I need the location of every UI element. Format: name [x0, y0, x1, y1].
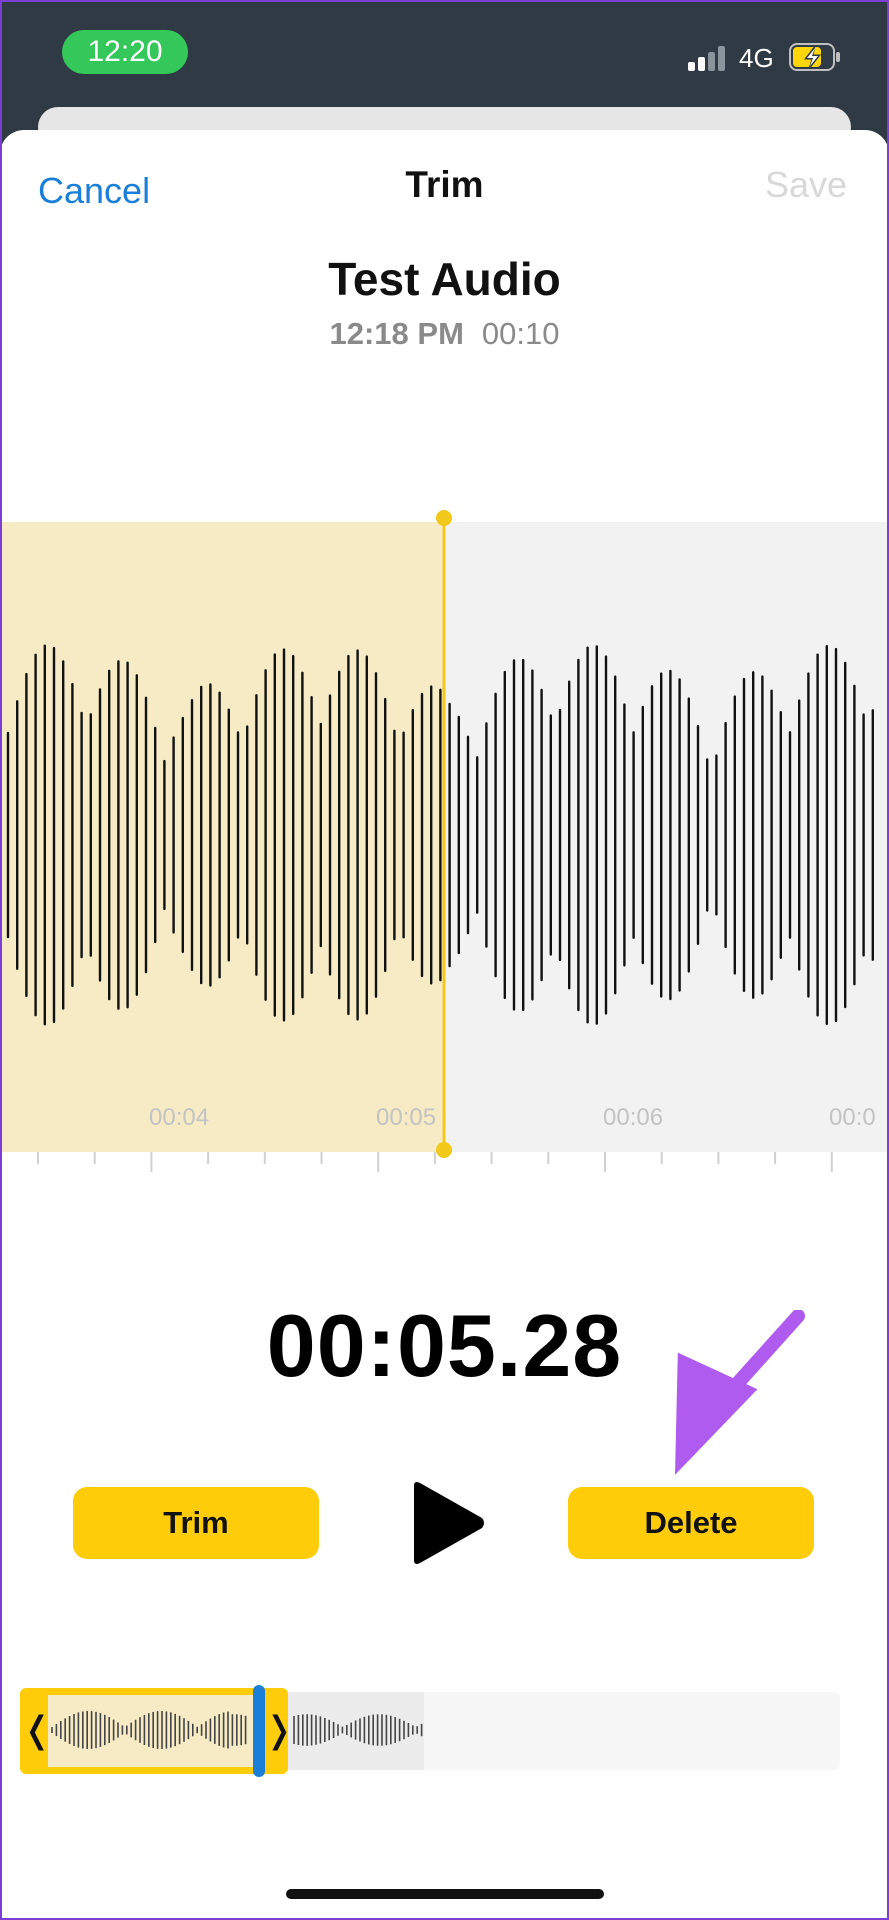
trim-handle-left[interactable]: ❬ — [22, 1710, 52, 1751]
status-time[interactable]: 12:20 — [62, 30, 188, 74]
recording-title: Test Audio — [328, 253, 561, 305]
pointer-arrow-icon — [675, 1310, 805, 1475]
nav-title: Trim — [405, 164, 484, 205]
network-type: 4G — [739, 43, 774, 73]
recording-duration: 00:10 — [481, 316, 560, 351]
recording-date: 12:18 PM — [329, 316, 464, 351]
cellular-signal-icon — [688, 45, 728, 71]
trim-button[interactable]: Trim — [73, 1487, 319, 1559]
waveform-editor[interactable]: 00:04 00:05 00:06 00:0 — [0, 500, 889, 1180]
save-button[interactable]: Save — [765, 164, 847, 206]
delete-button[interactable]: Delete — [568, 1487, 814, 1559]
time-label-1: 00:04 — [149, 1104, 210, 1131]
waveform[interactable] — [0, 500, 889, 1180]
recording-meta: 12:18 PM 00:10 — [0, 316, 889, 352]
overview-playhead[interactable] — [253, 1685, 265, 1777]
time-label-2: 00:05 — [376, 1104, 437, 1131]
time-label-4: 00:0 — [829, 1104, 876, 1131]
overview-waveform — [51, 1711, 423, 1749]
time-label-3: 00:06 — [603, 1104, 664, 1131]
home-indicator[interactable] — [286, 1889, 604, 1899]
trim-handle-right[interactable]: ❭ — [264, 1710, 294, 1751]
battery-charging-icon — [789, 43, 840, 71]
play-icon[interactable] — [408, 1480, 486, 1566]
status-bar: 12:20 4G — [0, 0, 889, 110]
trim-sheet: Cancel Trim Save Test Audio 12:18 PM 00:1… — [0, 130, 889, 1920]
